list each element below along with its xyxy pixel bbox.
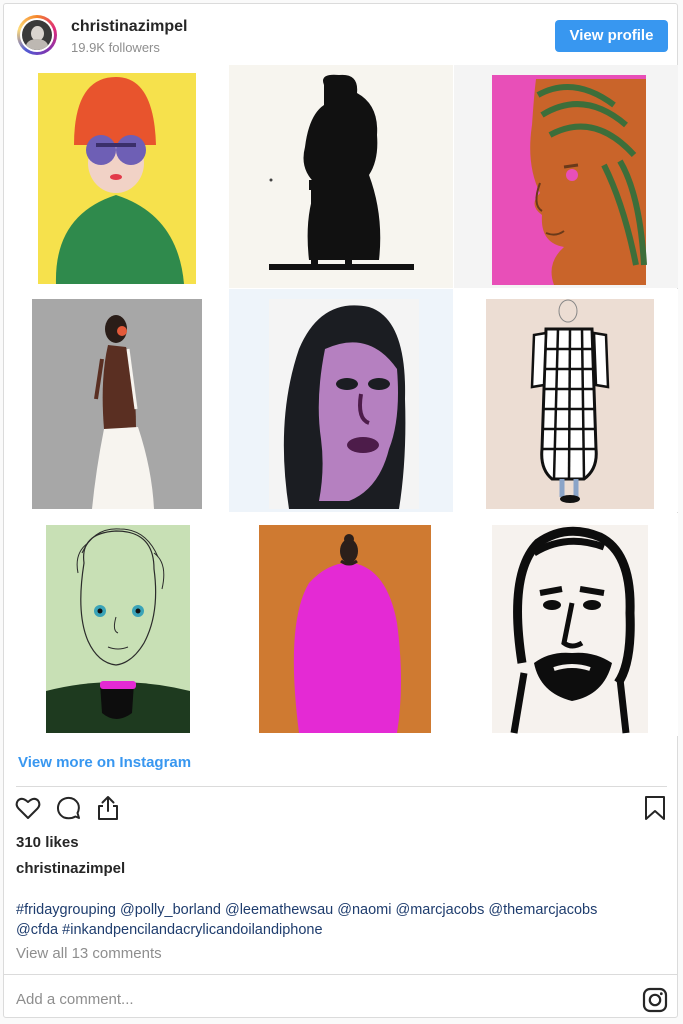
avatar[interactable] — [17, 15, 57, 55]
post-header: christinazimpel 19.9K followers View pro… — [4, 4, 677, 66]
add-comment-input[interactable]: Add a comment... — [16, 991, 134, 1008]
avatar-body — [26, 39, 48, 50]
grid-image-1[interactable] — [4, 65, 228, 288]
grid-image-3[interactable] — [454, 65, 678, 288]
image-grid[interactable] — [4, 65, 679, 736]
grid-image-8[interactable] — [229, 513, 453, 736]
divider — [16, 786, 667, 787]
heart-icon[interactable] — [14, 794, 42, 822]
orange-hat-woman-artwork — [38, 73, 196, 284]
follower-count: 19.9K followers — [71, 40, 160, 55]
magenta-profile-artwork — [492, 75, 647, 285]
share-icon[interactable] — [94, 794, 122, 822]
grid-image-5[interactable] — [229, 289, 453, 512]
caption-hashtags[interactable]: #fridaygrouping @polly_borland @leemathe… — [16, 900, 661, 940]
divider — [4, 974, 677, 975]
avatar-photo — [22, 20, 52, 50]
comment-icon[interactable] — [54, 794, 82, 822]
grid-image-6[interactable] — [454, 289, 678, 512]
grid-image-7[interactable] — [4, 513, 228, 736]
caption-username[interactable]: christinazimpel — [16, 860, 125, 877]
grid-image-9[interactable] — [454, 513, 678, 736]
bookmark-icon[interactable] — [641, 794, 669, 822]
instagram-embed-card: christinazimpel 19.9K followers View pro… — [3, 3, 678, 1018]
backless-dress-artwork — [32, 299, 202, 509]
grid-image-4[interactable] — [4, 289, 228, 512]
bearded-man-ink-artwork — [492, 525, 648, 734]
purple-face-dark-hair-artwork — [269, 299, 419, 509]
profile-username[interactable]: christinazimpel — [71, 18, 187, 36]
hashtags-line-2[interactable]: @cfda #inkandpencilandacrylicandoilandip… — [16, 920, 661, 940]
view-all-comments-link[interactable]: View all 13 comments — [16, 945, 162, 962]
green-portrait-artwork — [46, 525, 190, 733]
black-figure-stool-artwork — [269, 74, 414, 270]
checkered-dress-artwork — [486, 299, 654, 509]
like-count[interactable]: 310 likes — [16, 834, 79, 851]
hashtags-line-1[interactable]: #fridaygrouping @polly_borland @leemathe… — [16, 900, 661, 920]
view-more-link[interactable]: View more on Instagram — [18, 754, 191, 771]
avatar-frame — [20, 18, 54, 52]
instagram-icon[interactable] — [642, 987, 668, 1013]
view-profile-button[interactable]: View profile — [555, 20, 668, 52]
grid-image-2[interactable] — [229, 65, 453, 288]
action-bar — [4, 794, 677, 824]
pink-shape-orange-artwork — [259, 525, 431, 733]
